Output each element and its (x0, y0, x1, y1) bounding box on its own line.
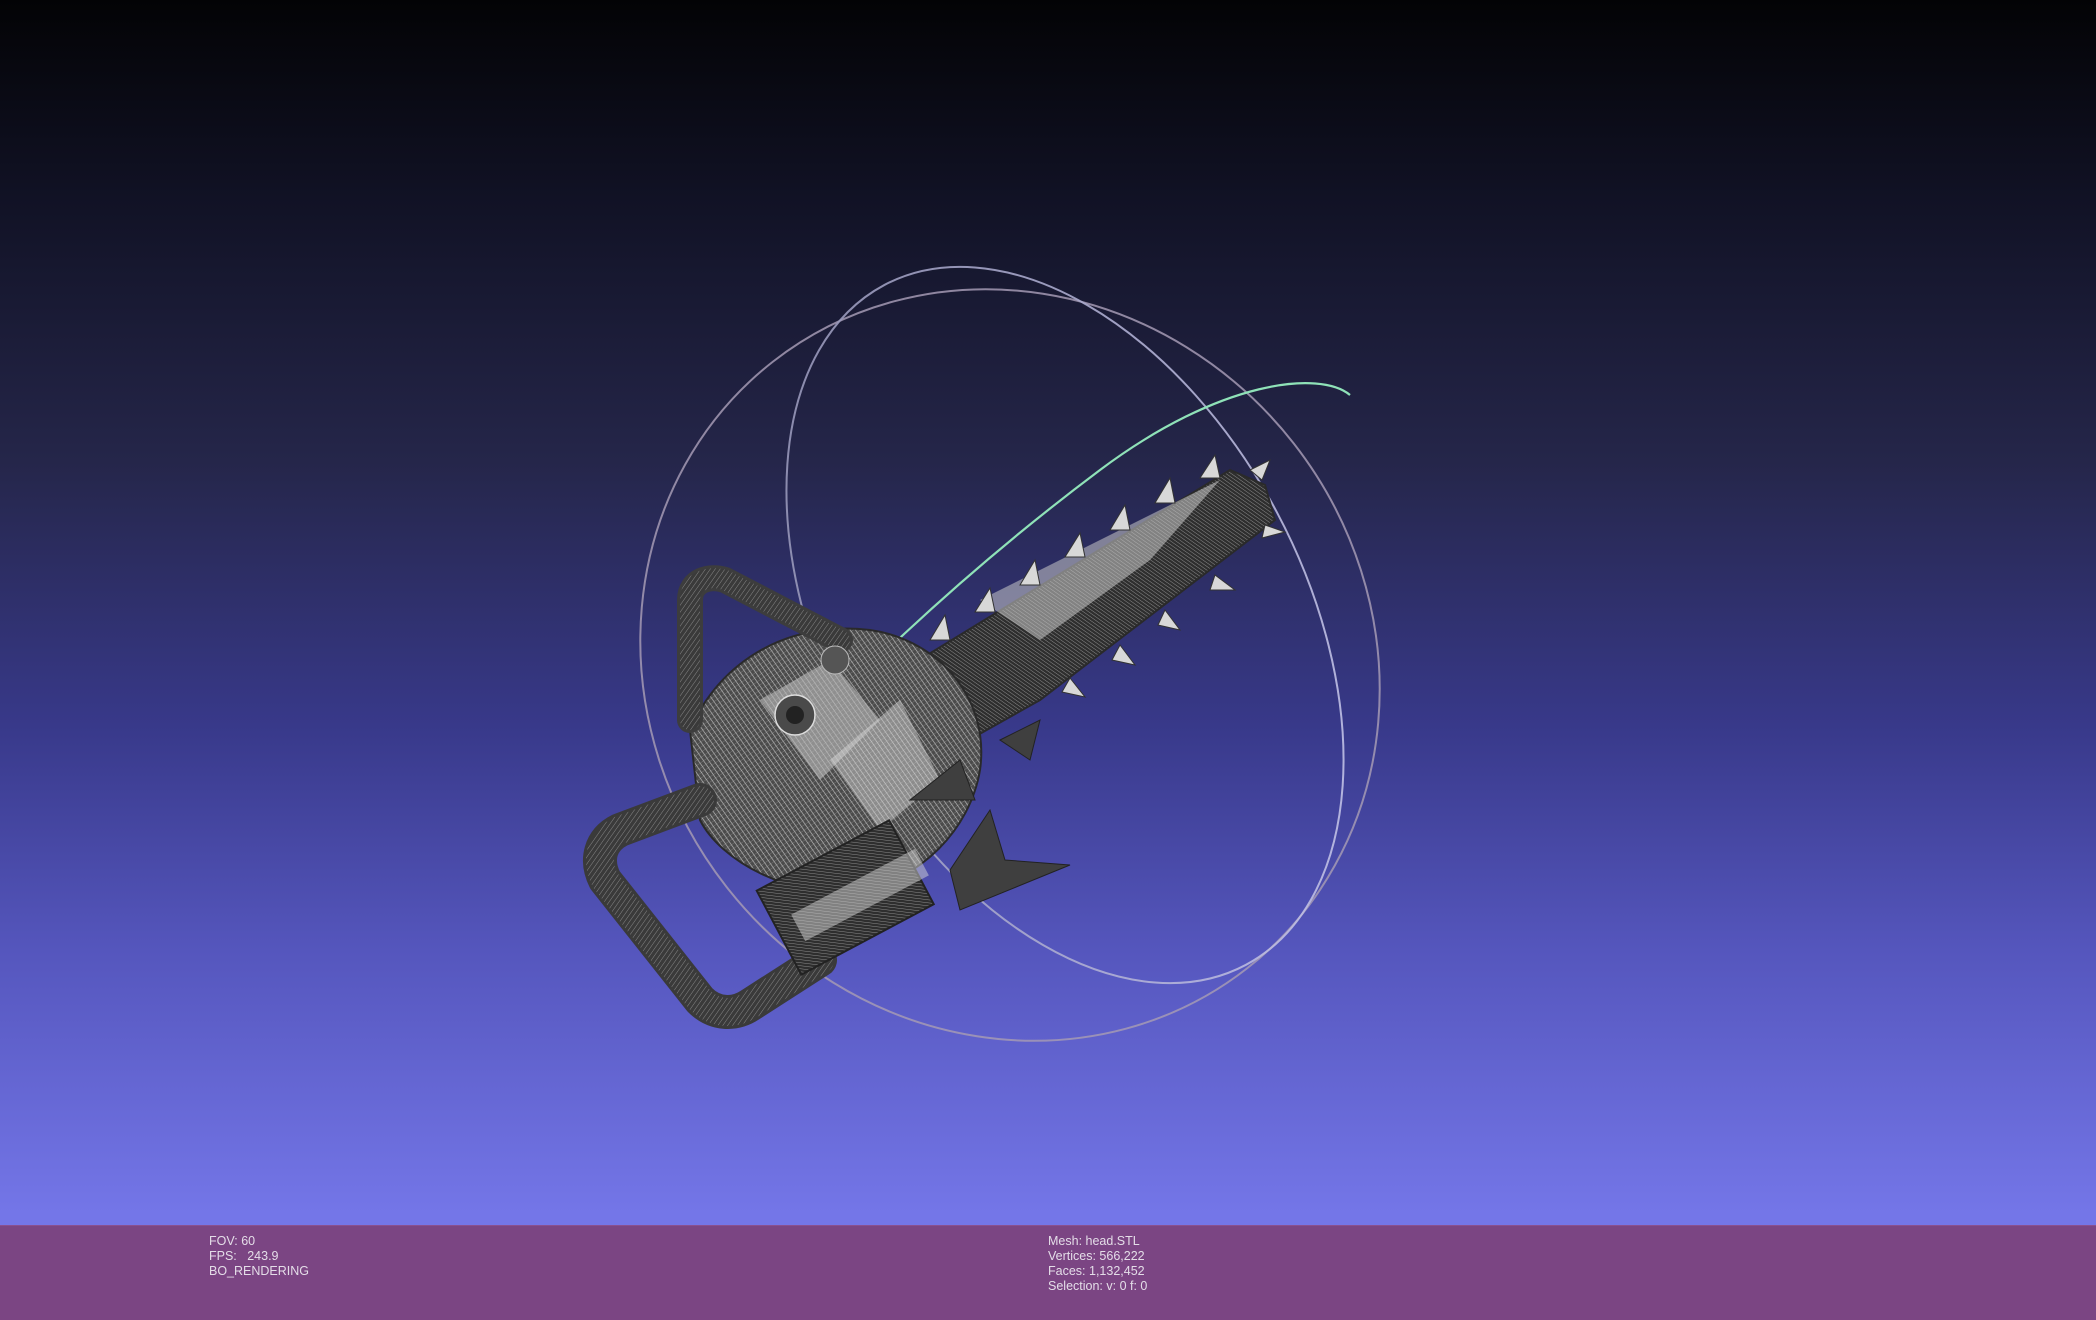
selection-readout: Selection: v: 0 f: 0 (1048, 1279, 1147, 1294)
3d-viewport[interactable]: FOV: 60 FPS: 243.9 BO_RENDERING Mesh: he… (0, 0, 2096, 1320)
faces-label: Faces: (1048, 1264, 1086, 1278)
render-mode: BO_RENDERING (209, 1264, 310, 1278)
selection-value: v: 0 f: 0 (1106, 1279, 1148, 1293)
fov-label: FOV: (209, 1234, 238, 1248)
mesh-readout: Mesh: head.STL (1048, 1234, 1147, 1249)
render-info-panel: FOV: 60 FPS: 243.9 BO_RENDERING (209, 1234, 309, 1279)
fov-value: 60 (241, 1234, 256, 1248)
vertices-count: 566,222 (1099, 1249, 1145, 1263)
fps-value: 243.9 (247, 1249, 279, 1263)
scene-canvas[interactable] (0, 0, 2096, 1225)
faces-readout: Faces: 1,132,452 (1048, 1264, 1147, 1279)
vertices-readout: Vertices: 566,222 (1048, 1249, 1147, 1264)
info-bar: FOV: 60 FPS: 243.9 BO_RENDERING Mesh: he… (0, 1225, 2096, 1320)
fov-readout: FOV: 60 (209, 1234, 309, 1249)
fps-label: FPS: (209, 1249, 237, 1263)
faces-count: 1,132,452 (1089, 1264, 1145, 1278)
vertices-label: Vertices: (1048, 1249, 1096, 1263)
chainsaw-mesh[interactable] (583, 453, 1287, 1029)
mesh-label: Mesh: (1048, 1234, 1083, 1248)
fps-readout: FPS: 243.9 (209, 1249, 309, 1264)
selection-label: Selection: (1048, 1279, 1103, 1293)
mesh-info-panel: Mesh: head.STL Vertices: 566,222 Faces: … (1048, 1234, 1147, 1294)
mesh-name: head.STL (1085, 1234, 1140, 1248)
